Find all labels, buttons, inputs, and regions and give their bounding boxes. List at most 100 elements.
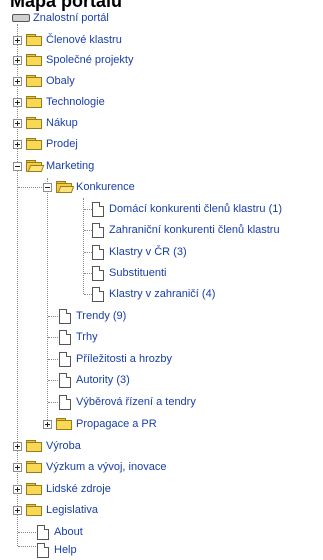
document-icon — [92, 201, 104, 217]
document-icon — [59, 372, 71, 388]
tree-item-propagace[interactable]: Propagace a PR — [43, 414, 157, 434]
tree-item-autority[interactable]: Autority (3) — [59, 370, 130, 390]
tree-item-label: Společné projekty — [46, 54, 134, 66]
expand-icon[interactable] — [43, 419, 52, 429]
tree-item-label: Propagace a PR — [76, 418, 157, 430]
tree-line — [48, 402, 58, 403]
tree-item-label: Substituenti — [109, 267, 167, 279]
folder-open-icon — [56, 180, 75, 194]
folder-icon — [26, 74, 43, 88]
expand-icon[interactable] — [13, 462, 22, 472]
tree-line — [84, 209, 92, 210]
tree-item-konkurence[interactable]: Konkurence — [43, 177, 135, 197]
folder-icon — [26, 137, 43, 151]
document-icon — [92, 265, 104, 281]
tree-item-label: Nákup — [46, 117, 78, 129]
tree-item-label: Příležitosti a hrozby — [76, 353, 172, 365]
tree-line — [18, 187, 42, 188]
document-icon — [92, 244, 104, 260]
tree-item-label: Výroba — [46, 440, 81, 452]
tree-line — [48, 316, 58, 317]
tree-line — [84, 294, 92, 295]
tree-item-domaci-konkurenti[interactable]: Domácí konkurenti členů klastru (1) — [92, 199, 282, 219]
tree-item-obaly[interactable]: Obaly — [13, 71, 75, 91]
tree-item-prilezitosti[interactable]: Příležitosti a hrozby — [59, 349, 172, 369]
tree-line — [84, 230, 92, 231]
portal-tree: Znalostní portál Členové klastru Společn… — [0, 0, 323, 558]
tree-item-zahranicni-konkurenti[interactable]: Zahraniční konkurenti členů klastru — [92, 220, 280, 240]
tree-line — [84, 273, 92, 274]
tree-line — [18, 532, 36, 533]
tree-item-nakup[interactable]: Nákup — [13, 113, 78, 133]
tree-item-klastry-zahranici[interactable]: Klastry v zahraničí (4) — [92, 284, 215, 304]
tree-item-label: Lidské zdroje — [46, 483, 111, 495]
document-icon — [59, 308, 71, 324]
tree-item-label: Prodej — [46, 138, 78, 150]
expand-icon[interactable] — [13, 484, 22, 494]
folder-icon — [26, 503, 43, 517]
tree-item-about[interactable]: About — [37, 522, 83, 542]
document-icon — [92, 286, 104, 302]
tree-line — [48, 359, 58, 360]
tree-item-lidske-zdroje[interactable]: Lidské zdroje — [13, 479, 111, 499]
expand-icon[interactable] — [13, 118, 22, 128]
tree-item-label: Trhy — [76, 331, 98, 343]
document-icon — [92, 222, 104, 238]
tree-item-help[interactable]: Help — [37, 540, 77, 560]
drive-icon — [12, 14, 30, 22]
tree-root[interactable]: Znalostní portál — [12, 8, 109, 28]
expand-icon[interactable] — [13, 76, 22, 86]
tree-line — [48, 337, 58, 338]
expand-icon[interactable] — [13, 97, 22, 107]
tree-item-legislativa[interactable]: Legislativa — [13, 500, 98, 520]
tree-item-spolecne-projekty[interactable]: Společné projekty — [13, 50, 133, 70]
tree-item-trendy[interactable]: Trendy (9) — [59, 306, 126, 326]
document-icon — [37, 542, 49, 558]
tree-item-label: Help — [54, 544, 77, 556]
tree-item-trhy[interactable]: Trhy — [59, 327, 98, 347]
expand-icon[interactable] — [13, 505, 22, 515]
folder-icon — [26, 482, 43, 496]
tree-item-prodej[interactable]: Prodej — [13, 134, 78, 154]
tree-item-label: Klastry v zahraničí (4) — [109, 288, 216, 300]
collapse-icon[interactable] — [43, 182, 52, 192]
tree-item-label: About — [54, 526, 83, 538]
tree-item-label: Zahraniční konkurenti členů klastru — [109, 224, 280, 236]
document-icon — [59, 394, 71, 410]
folder-icon — [26, 116, 43, 130]
tree-item-technologie[interactable]: Technologie — [13, 92, 105, 112]
tree-item-label: Obaly — [46, 75, 75, 87]
document-icon — [59, 329, 71, 345]
tree-item-label: Domácí konkurenti členů klastru (1) — [109, 203, 283, 215]
tree-item-label: Marketing — [46, 160, 95, 172]
tree-root-label: Znalostní portál — [33, 12, 109, 24]
collapse-icon[interactable] — [13, 161, 22, 171]
expand-icon[interactable] — [13, 55, 22, 65]
expand-icon[interactable] — [13, 441, 22, 451]
folder-icon — [26, 33, 43, 47]
tree-item-vyroba[interactable]: Výroba — [13, 436, 81, 456]
tree-item-vyberova-rizeni[interactable]: Výběrová řízení a tendry — [59, 392, 196, 412]
tree-item-label: Výběrová řízení a tendry — [76, 396, 196, 408]
tree-line — [83, 198, 84, 294]
tree-line — [84, 252, 92, 253]
expand-icon[interactable] — [13, 35, 22, 45]
tree-item-vyzkum[interactable]: Výzkum a vývoj, inovace — [13, 457, 166, 477]
document-icon — [37, 524, 49, 540]
tree-line — [47, 178, 48, 426]
document-icon — [59, 351, 71, 367]
folder-open-icon — [26, 159, 45, 173]
folder-icon — [26, 460, 43, 474]
expand-icon[interactable] — [13, 139, 22, 149]
tree-item-klastry-cr[interactable]: Klastry v ČR (3) — [92, 242, 187, 262]
tree-item-label: Autority (3) — [76, 374, 130, 386]
tree-item-marketing[interactable]: Marketing — [13, 156, 94, 176]
folder-icon — [26, 95, 43, 109]
tree-item-label: Členové klastru — [46, 34, 122, 46]
tree-item-clenove-klastru[interactable]: Členové klastru — [13, 30, 122, 50]
tree-item-substituenti[interactable]: Substituenti — [92, 263, 166, 283]
tree-item-label: Konkurence — [76, 181, 135, 193]
folder-icon — [26, 53, 43, 67]
tree-item-label: Výzkum a vývoj, inovace — [46, 461, 167, 473]
folder-icon — [56, 417, 73, 431]
